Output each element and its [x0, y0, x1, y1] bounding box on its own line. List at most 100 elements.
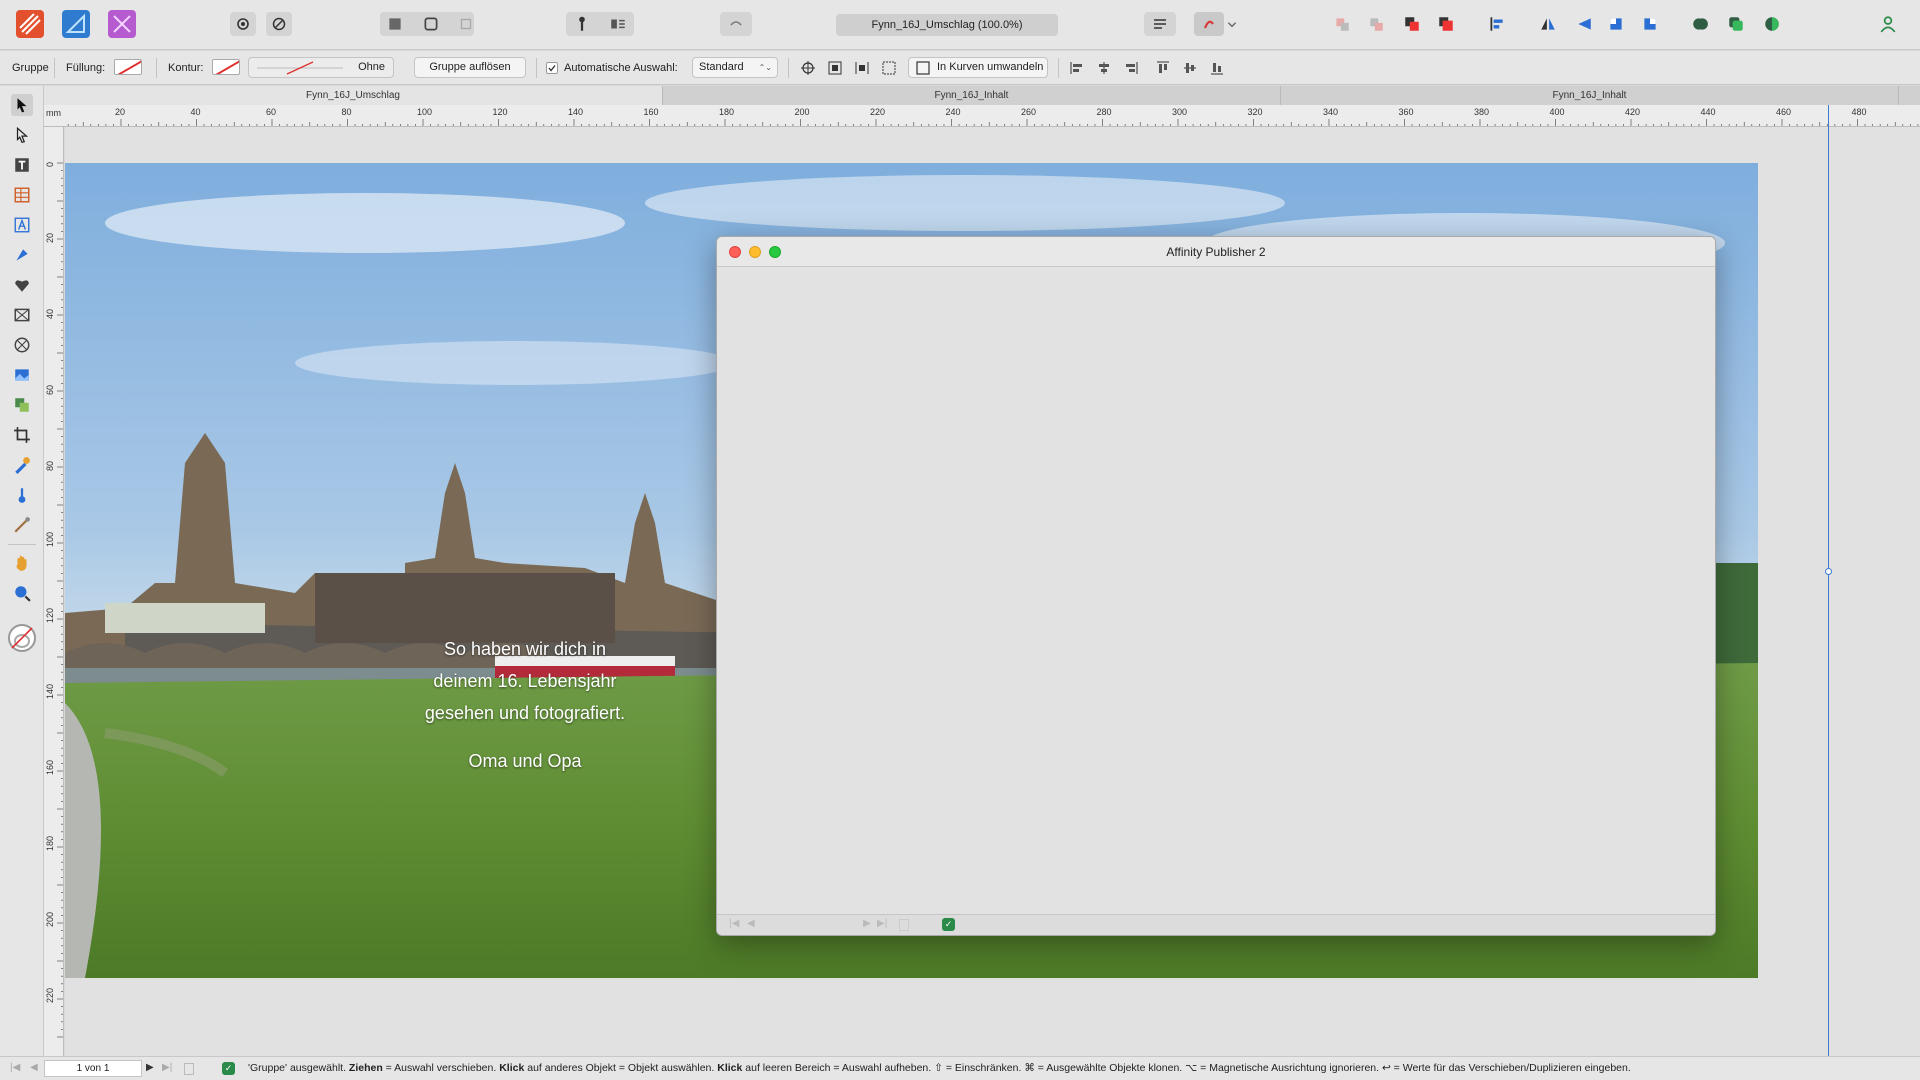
ruler-label: 340 [1323, 107, 1338, 117]
tab-inhalt-2[interactable]: Fynn_16J_Inhalt [1281, 86, 1899, 105]
arrange-front-icon[interactable] [1436, 14, 1456, 34]
flip-horizontal-icon[interactable] [1538, 14, 1558, 34]
zoom-tool-icon[interactable] [11, 582, 33, 604]
page-options-icon[interactable] [184, 1063, 194, 1075]
align-right-icon[interactable] [1122, 60, 1140, 76]
convert-to-curves-button[interactable]: In Kurven umwandeln [908, 57, 1048, 78]
stroke-swatch[interactable] [212, 59, 240, 75]
guide-handle[interactable] [1825, 568, 1832, 575]
distribute-vertical-icon[interactable] [853, 60, 871, 76]
user-account-icon[interactable] [1878, 14, 1898, 34]
align-top-icon[interactable] [1154, 60, 1172, 76]
first-page-icon[interactable]: |◀ [10, 1062, 20, 1073]
color-picker-tool-icon[interactable] [11, 454, 33, 476]
flip-vertical-icon[interactable] [1574, 14, 1594, 34]
tab-umschlag[interactable]: Fynn_16J_Umschlag [44, 86, 663, 105]
auto-select-checkbox[interactable] [546, 62, 558, 74]
ellipse-frame-tool-icon[interactable] [11, 334, 33, 356]
publisher-persona-icon[interactable] [16, 10, 44, 38]
boolean-intersect-icon[interactable] [1762, 14, 1782, 34]
ruler-label: 20 [115, 107, 125, 117]
dialog-titlebar[interactable]: Affinity Publisher 2 [717, 237, 1715, 267]
artistic-text-tool-icon[interactable] [11, 214, 33, 236]
page-options-icon[interactable] [899, 919, 909, 931]
status-message-part: = Auswahl verschieben. [382, 1062, 500, 1074]
ruler-label: 60 [266, 107, 276, 117]
align-icon[interactable] [1487, 14, 1507, 34]
text-wrap-icon[interactable] [608, 14, 628, 34]
auto-select-dropdown[interactable]: Standard ⌃⌄ [692, 57, 778, 78]
boolean-add-icon[interactable] [1690, 14, 1710, 34]
next-page-icon[interactable]: ▶ [863, 918, 871, 929]
first-page-icon[interactable]: |◀ [729, 918, 739, 929]
preflight-status-icon[interactable]: ✓ [942, 918, 955, 931]
place-image-tool-icon[interactable] [11, 364, 33, 386]
last-page-icon[interactable]: ▶| [162, 1062, 172, 1073]
fill-swatch[interactable] [114, 59, 142, 75]
move-tool-icon[interactable] [11, 94, 33, 116]
ruler-label: 200 [795, 107, 810, 117]
preflight-icon[interactable] [1194, 12, 1224, 36]
vertical-ruler: 0 20 40 60 80 100 120 140 160 180 200 220 [44, 127, 64, 1056]
divider [54, 58, 55, 78]
grid-align-icon[interactable] [880, 60, 898, 76]
ruler-label: 300 [1172, 107, 1187, 117]
settings-gear-icon[interactable] [230, 12, 256, 36]
ungroup-button[interactable]: Gruppe auflösen [414, 57, 526, 78]
rotate-left-icon[interactable] [1606, 14, 1626, 34]
pen-tool-icon[interactable] [11, 244, 33, 266]
pin-icon[interactable] [572, 14, 592, 34]
arrange-forward-icon[interactable] [1402, 14, 1422, 34]
document-title: Fynn_16J_Umschlag (100.0%) [836, 14, 1058, 36]
ruler-label: 40 [191, 107, 201, 117]
next-page-icon[interactable]: ▶ [146, 1062, 154, 1073]
caption-line-3: gesehen und fotografiert. [424, 703, 626, 723]
ruler-label: 480 [1852, 107, 1867, 117]
preflight-dropdown-icon[interactable] [1226, 14, 1238, 34]
last-page-icon[interactable]: ▶| [877, 918, 887, 929]
ruler-guide-line[interactable] [1828, 105, 1829, 1056]
ruler-label: 160 [644, 107, 659, 117]
node-tool-icon[interactable] [11, 124, 33, 146]
ruler-label: 140 [568, 107, 583, 117]
arrange-backward-icon[interactable] [1366, 14, 1386, 34]
designer-persona-icon[interactable] [62, 10, 90, 38]
crop-tool-icon[interactable] [11, 424, 33, 446]
transform-origin-icon[interactable] [799, 60, 817, 76]
picture-frame-tool-icon[interactable] [11, 304, 33, 326]
hand-preview-icon[interactable] [720, 12, 752, 36]
stroke-style-field[interactable]: Ohne [248, 57, 394, 78]
distribute-horizontal-icon[interactable] [826, 60, 844, 76]
image-adjust-tool-icon[interactable] [11, 394, 33, 416]
arrange-back-icon[interactable] [1332, 14, 1352, 34]
fill-tool-icon[interactable] [11, 484, 33, 506]
align-left-icon[interactable] [1068, 60, 1086, 76]
bleed-view-icon[interactable] [421, 14, 441, 34]
preflight-status-icon[interactable]: ✓ [222, 1062, 235, 1075]
caption-text[interactable]: So haben wir dich in deinem 16. Lebensja… [295, 633, 755, 777]
rotate-right-icon[interactable] [1640, 14, 1660, 34]
photo-persona-icon[interactable] [108, 10, 136, 38]
boolean-subtract-icon[interactable] [1726, 14, 1746, 34]
ruler-label: 100 [45, 532, 55, 547]
horizontal-ruler: mm 20 40 60 80 100 120 140 160 180 200 220 240 260 28… [44, 105, 1920, 127]
color-wheel-icon[interactable] [8, 624, 36, 652]
text-flow-icon[interactable] [1144, 12, 1176, 36]
snapping-icon[interactable] [266, 12, 292, 36]
align-bottom-icon[interactable] [1208, 60, 1226, 76]
view-hand-tool-icon[interactable] [11, 552, 33, 574]
shape-tool-icon[interactable] [11, 274, 33, 296]
table-tool-icon[interactable] [11, 184, 33, 206]
page-indicator[interactable]: 1 von 1 [44, 1060, 142, 1077]
clip-view-icon[interactable] [456, 14, 476, 34]
tab-inhalt-1[interactable]: Fynn_16J_Inhalt [663, 86, 1281, 105]
transparency-tool-icon[interactable] [11, 514, 33, 536]
normal-view-icon[interactable] [385, 14, 405, 34]
frame-text-tool-icon[interactable] [11, 154, 33, 176]
tools-divider [8, 544, 36, 545]
prev-page-icon[interactable]: ◀ [747, 918, 755, 929]
align-center-icon[interactable] [1095, 60, 1113, 76]
align-middle-icon[interactable] [1181, 60, 1199, 76]
prev-page-icon[interactable]: ◀ [30, 1062, 38, 1073]
caption-line-1: So haben wir dich in [443, 639, 607, 659]
